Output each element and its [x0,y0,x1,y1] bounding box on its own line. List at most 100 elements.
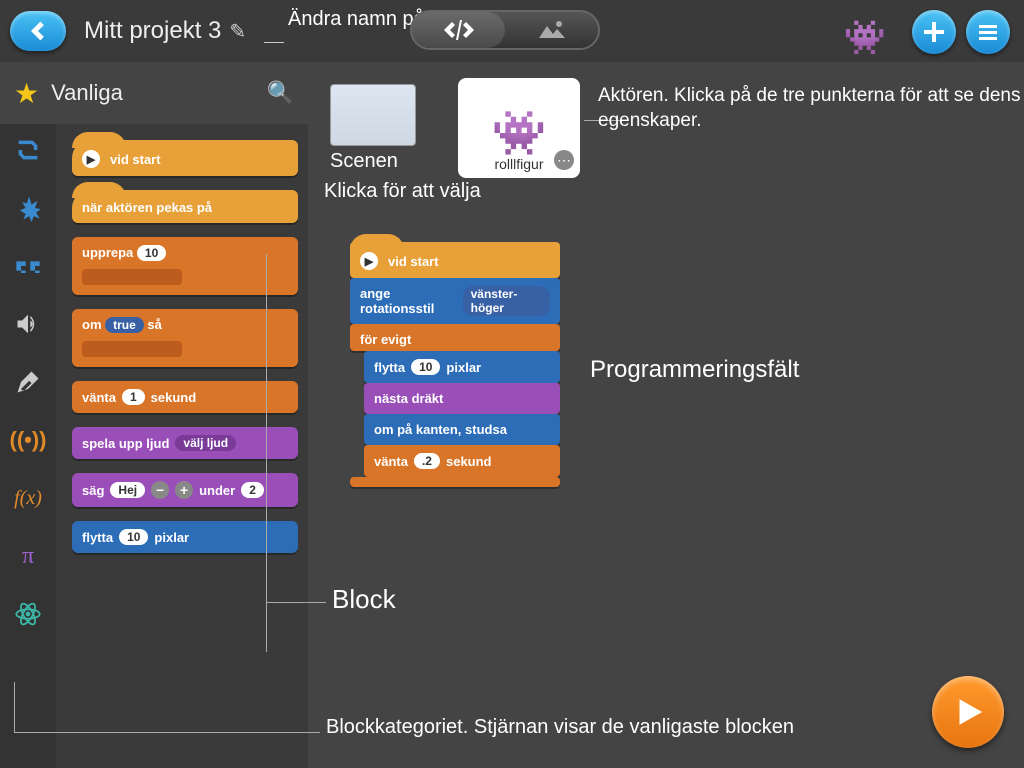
menu-button[interactable] [966,10,1010,54]
palette-header: ★ Vanliga 🔍 [0,62,308,124]
category-physics-icon[interactable] [12,598,44,630]
script-stack[interactable]: ▶ vid start ange rotationsstil vänster-hö… [350,242,560,487]
scene-label: Scenen [330,150,398,173]
arrow-left-icon [24,17,52,45]
block-value[interactable]: true [105,317,144,333]
category-motion-icon[interactable] [12,192,44,224]
category-looks-icon[interactable] [12,250,44,282]
block-label: upprepa [82,245,133,260]
block-value[interactable]: 2 [241,482,264,498]
actor-menu-icon[interactable]: ⋯ [554,150,574,170]
block-label: nästa dräkt [374,391,443,406]
block-vanta[interactable]: vänta 1 sekund [72,381,298,413]
mode-toggle[interactable] [410,10,600,50]
category-sound-icon[interactable] [12,308,44,340]
play-icon [951,695,985,729]
block-label: så [147,317,161,332]
category-loops-icon[interactable] [12,134,44,166]
script-vanta[interactable]: vänta .2 sekund [364,445,560,477]
block-value[interactable]: .2 [414,453,440,469]
script-ange[interactable]: ange rotationsstil vänster-höger [350,278,560,324]
block-label: för evigt [360,332,411,347]
block-label: vid start [110,152,161,167]
code-mode[interactable] [412,12,505,48]
block-label: spela upp ljud [82,436,169,451]
block-value[interactable]: 10 [119,529,148,545]
hamburger-icon [976,20,1000,44]
block-flytta[interactable]: flytta 10 pixlar [72,521,298,553]
block-value[interactable]: Hej [110,482,145,498]
category-math-icon[interactable]: π [12,540,44,572]
script-flytta[interactable]: flytta 10 pixlar [364,351,560,383]
block-om[interactable]: om true så [72,309,298,367]
block-annotation: Block [332,584,396,615]
script-nasta[interactable]: nästa dräkt [364,383,560,414]
run-button[interactable] [932,676,1004,748]
landscape-icon [539,20,565,40]
actor-card[interactable]: 👾 rolllfigur ⋯ [458,78,580,178]
programming-field-label: Programmeringsfält [590,356,799,384]
block-upprepa[interactable]: upprepa 10 [72,237,298,295]
programming-canvas[interactable]: Scenen Klicka för att välja 👾 rolllfigur… [308,62,1024,768]
script-for-evigt[interactable]: för evigt [350,324,560,351]
block-spela-ljud[interactable]: spela upp ljud välj ljud [72,427,298,459]
block-label: sekund [446,454,492,469]
actor-hint: Aktören. Klicka på de tre punkterna för … [598,84,1024,133]
plus-icon [922,20,946,44]
categories-hint: Blockkategoriet. Stjärnan visar de vanli… [326,716,794,739]
star-icon[interactable]: ★ [14,77,39,110]
palette-title: Vanliga [51,80,266,106]
scene-thumbnail[interactable] [330,84,416,146]
block-value[interactable]: välj ljud [175,435,236,451]
category-broadcast-icon[interactable]: ((•)) [12,424,44,456]
block-value[interactable]: 10 [411,359,440,375]
annotation-line [266,602,326,603]
block-label: säg [82,483,104,498]
block-label: flytta [374,360,405,375]
category-rail: ((•)) f(x) π [0,62,56,768]
actor-name: rolllfigur [494,156,543,172]
block-label: vänta [374,454,408,469]
search-icon[interactable]: 🔍 [267,80,294,106]
mascot-icon: 👾 [844,18,886,58]
add-button[interactable] [912,10,956,54]
block-label: pixlar [446,360,481,375]
play-icon: ▶ [360,252,378,270]
block-sag[interactable]: säg Hej − + under 2 [72,473,298,507]
script-vid-start[interactable]: ▶ vid start [350,242,560,278]
plus-small-icon[interactable]: + [175,481,193,499]
category-function-icon[interactable]: f(x) [12,482,44,514]
top-bar: Mitt projekt 3 ✎ Ändra namn på projektet… [0,0,1024,62]
design-mode[interactable] [505,12,598,48]
block-label: om på kanten, studsa [374,422,507,437]
project-title: Mitt projekt 3 [84,17,221,45]
script-loop-end[interactable] [350,477,560,487]
category-pen-icon[interactable] [12,366,44,398]
pencil-icon[interactable]: ✎ [229,19,246,44]
annotation-line [266,254,267,652]
block-label: vänta [82,390,116,405]
minus-iconocol[interactable]: − [151,481,169,499]
block-value[interactable]: 10 [137,245,166,261]
back-button[interactable] [10,11,66,51]
play-icon: ▶ [82,150,100,168]
block-label: under [199,483,235,498]
block-label: sekund [151,390,197,405]
block-label: flytta [82,530,113,545]
code-icon [442,20,476,40]
block-label: om [82,317,102,332]
actor-sprite-icon: 👾 [492,112,547,156]
script-kanten[interactable]: om på kanten, studsa [364,414,560,445]
block-label: vid start [388,254,439,269]
block-palette: ▶ vid start när aktören pekas på upprepa … [56,124,308,768]
annotation-line [264,42,284,43]
block-value[interactable]: vänster-höger [463,286,550,316]
block-label: när aktören pekas på [82,200,212,215]
annotation-line [14,682,15,732]
scene-hint: Klicka för att välja [324,180,481,203]
block-value[interactable]: 1 [122,389,145,405]
block-nar-aktoren[interactable]: när aktören pekas på [72,190,298,223]
block-label: ange rotationsstil [360,286,457,316]
block-vid-start[interactable]: ▶ vid start [72,140,298,176]
block-label: pixlar [154,530,189,545]
